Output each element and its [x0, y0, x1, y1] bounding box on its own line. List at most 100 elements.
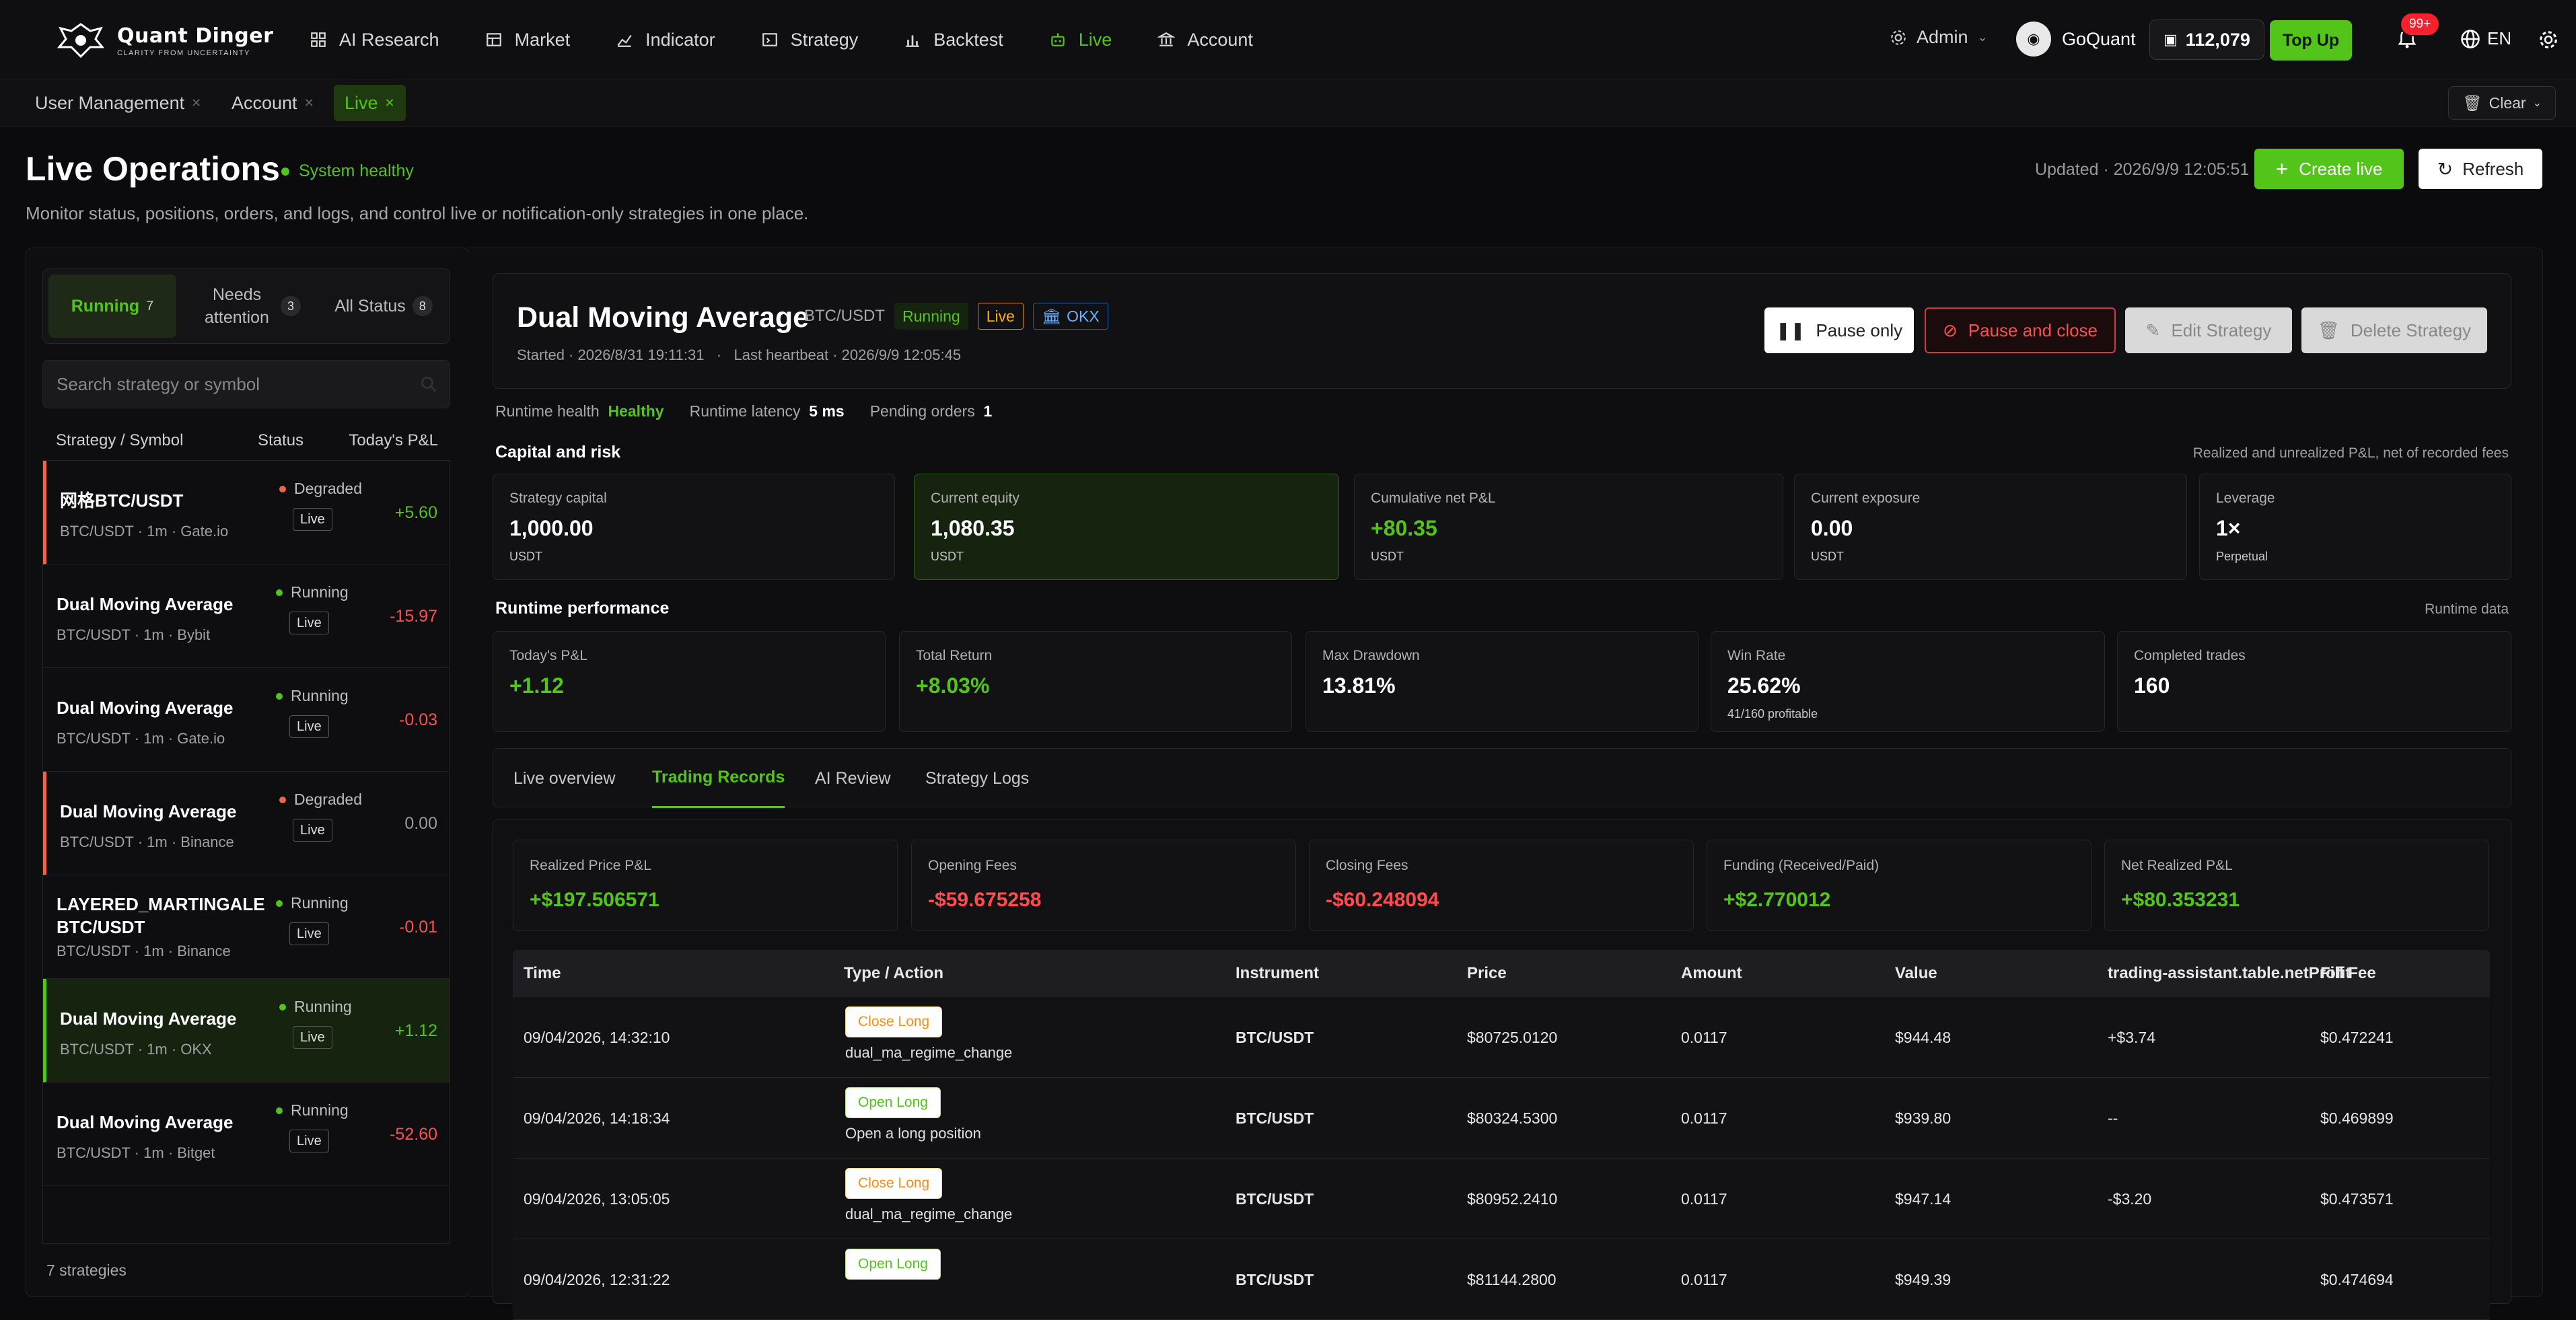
nav-backtest[interactable]: Backtest — [904, 30, 1003, 50]
card-unit: USDT — [931, 550, 964, 563]
capital-card: Current equity 1,080.35 USDT — [914, 474, 1339, 580]
logo[interactable]: Quant Dinger CLARITY FROM UNCERTAINTY — [54, 20, 273, 61]
settings-icon[interactable] — [2538, 30, 2559, 50]
edit-strategy-button[interactable]: ✎ Edit Strategy — [2125, 307, 2292, 353]
wallet-icon: ▣ — [2163, 31, 2178, 48]
card-label: Cumulative net P&L — [1371, 490, 1496, 506]
nav-market[interactable]: Market — [485, 30, 570, 50]
nav-label: Backtest — [933, 29, 1003, 50]
strategy-item-pnl: -0.03 — [399, 710, 437, 729]
cell-amount: 0.0117 — [1681, 1109, 1727, 1127]
list-item[interactable]: 网格BTC/USDT BTC/USDT · 1m · Gate.io Degra… — [43, 461, 450, 564]
create-live-button[interactable]: + Create live — [2254, 149, 2404, 189]
filter-all-status[interactable]: All Status 8 — [322, 274, 445, 338]
updated-timestamp: Updated · 2026/9/9 12:05:51 — [2035, 160, 2250, 179]
nav-account[interactable]: Account — [1157, 30, 1253, 50]
capital-card: Leverage 1× Perpetual — [2199, 474, 2511, 580]
cell-price: $81144.2800 — [1467, 1270, 1557, 1288]
mode-badge: Live — [977, 303, 1024, 330]
refresh-button[interactable]: ↻ Refresh — [2419, 149, 2542, 189]
capital-card: Cumulative net P&L +80.35 USDT — [1354, 474, 1783, 580]
close-icon[interactable]: ✕ — [191, 96, 201, 110]
tab-user-management[interactable]: User Management ✕ — [24, 85, 212, 121]
user-menu[interactable]: ◉ GoQuant — [2016, 22, 2136, 57]
nav-indicator[interactable]: Indicator — [616, 30, 715, 50]
table-row[interactable]: 09/04/2026, 14:32:10 BTC/USDT $80725.0120 0… — [513, 997, 2490, 1078]
strategy-item-subtitle: BTC/USDT · 1m · Bybit — [57, 626, 211, 643]
gear-icon — [1891, 30, 1906, 45]
action-description: dual_ma_regime_change — [845, 1044, 1013, 1061]
filter-running[interactable]: Running 7 — [48, 274, 176, 338]
tab-account[interactable]: Account ✕ — [221, 85, 325, 121]
tab-ai-review[interactable]: AI Review — [815, 749, 891, 808]
cell-amount: 0.0117 — [1681, 1028, 1727, 1046]
status-filter-tabs: Running 7 Needs attention 3 All Status 8 — [42, 268, 450, 344]
list-item[interactable]: Dual Moving Average BTC/USDT · 1m · Gate… — [43, 668, 450, 772]
card-value: 25.62% — [1727, 673, 1801, 698]
column-header: trading-assistant.table.netProfit — [2108, 964, 2351, 982]
admin-menu[interactable]: Admin ⌄ — [1890, 27, 1988, 48]
tab-strategy-logs[interactable]: Strategy Logs — [925, 749, 1029, 808]
column-header: Fill Fee — [2320, 964, 2376, 982]
table-row[interactable]: 09/04/2026, 12:31:22 BTC/USDT $81144.2800 0… — [513, 1239, 2490, 1320]
strategy-item-status: Running — [276, 583, 349, 601]
pause-and-close-button[interactable]: ⊘ Pause and close — [1925, 307, 2116, 353]
pause-only-button[interactable]: ❚❚ Pause only — [1764, 307, 1914, 353]
strategy-tags: BTC/USDT Running Live 🏛 OKX — [804, 301, 1108, 331]
page-tabs-bar: User Management ✕ Account ✕ Live ✕ 🗑 Clear … — [0, 79, 2576, 126]
filter-needs-attention[interactable]: Needs attention 3 — [183, 274, 318, 338]
table-icon — [486, 33, 501, 46]
card-unit: USDT — [509, 550, 542, 563]
list-item[interactable]: Dual Moving Average BTC/USDT · 1m · OKX … — [43, 979, 450, 1083]
runtime-health: Runtime health Healthy — [495, 402, 664, 420]
list-item[interactable]: Dual Moving Average BTC/USDT · 1m · Bybi… — [43, 564, 450, 668]
page-title: Live Operations — [26, 150, 280, 188]
pending-orders: Pending orders 1 — [870, 402, 993, 420]
nav-ai-research[interactable]: AI Research — [310, 30, 439, 50]
strategy-search-input[interactable]: Search strategy or symbol — [42, 360, 450, 408]
pause-icon: ❚❚ — [1775, 320, 1805, 340]
table-row[interactable]: 09/04/2026, 13:05:05 BTC/USDT $80952.2410 0… — [513, 1159, 2490, 1239]
language-switcher[interactable]: EN — [2460, 28, 2511, 49]
card-value: 160 — [2134, 673, 2170, 698]
status-label: Running — [291, 1101, 349, 1119]
nav-live[interactable]: Live — [1049, 30, 1112, 50]
trash-icon: 🗑 — [2462, 94, 2482, 112]
cell-fee: $0.473571 — [2320, 1189, 2394, 1208]
card-label: Leverage — [2216, 490, 2275, 506]
list-item[interactable]: LAYERED_MARTINGALE BTC/USDT BTC/USDT · 1… — [43, 875, 450, 979]
logo-mark-icon — [57, 23, 105, 59]
card-unit: Perpetual — [2216, 550, 2268, 563]
tab-live-overview[interactable]: Live overview — [513, 749, 615, 808]
close-icon[interactable]: ✕ — [304, 96, 314, 110]
card-value: 1× — [2216, 516, 2241, 540]
capital-card: Current exposure 0.00 USDT — [1794, 474, 2187, 580]
filter-count: 3 — [281, 296, 301, 316]
notification-badge: 99+ — [2400, 12, 2441, 36]
capital-section-title: Capital and risk — [495, 443, 621, 462]
list-item[interactable]: Dual Moving Average BTC/USDT · 1m · Bitg… — [43, 1083, 450, 1186]
cell-time: 09/04/2026, 14:18:34 — [524, 1109, 670, 1127]
action-badge: Open Long — [845, 1249, 941, 1280]
tab-trading-records[interactable]: Trading Records — [652, 749, 785, 808]
header-strategy: Strategy / Symbol — [56, 431, 184, 449]
page-subtitle: Monitor status, positions, orders, and l… — [26, 203, 809, 223]
status-label: Running — [291, 687, 349, 704]
close-icon[interactable]: ✕ — [385, 96, 395, 110]
button-label: Pause and close — [1968, 320, 2098, 340]
search-placeholder: Search strategy or symbol — [57, 373, 260, 394]
delete-strategy-button[interactable]: 🗑 Delete Strategy — [2301, 307, 2487, 353]
edit-icon: ✎ — [2145, 320, 2161, 340]
table-row[interactable]: 09/04/2026, 14:18:34 BTC/USDT $80324.5300 0… — [513, 1078, 2490, 1159]
nav-strategy[interactable]: Strategy — [761, 30, 858, 50]
code-icon — [762, 33, 777, 46]
plus-icon: + — [2275, 156, 2289, 181]
tab-live[interactable]: Live ✕ — [334, 85, 406, 121]
list-item[interactable]: Dual Moving Average BTC/USDT · 1m · Bina… — [43, 772, 450, 875]
credits-balance[interactable]: ▣ 112,079 — [2149, 20, 2264, 60]
main-nav: AI Research Market Indicator Strategy Backte… — [310, 0, 1299, 79]
tab-label: Live — [345, 92, 378, 113]
top-up-button[interactable]: Top Up — [2270, 20, 2352, 61]
action-badge: Close Long — [845, 1168, 943, 1199]
clear-tabs-button[interactable]: 🗑 Clear ⌄ — [2448, 86, 2556, 120]
